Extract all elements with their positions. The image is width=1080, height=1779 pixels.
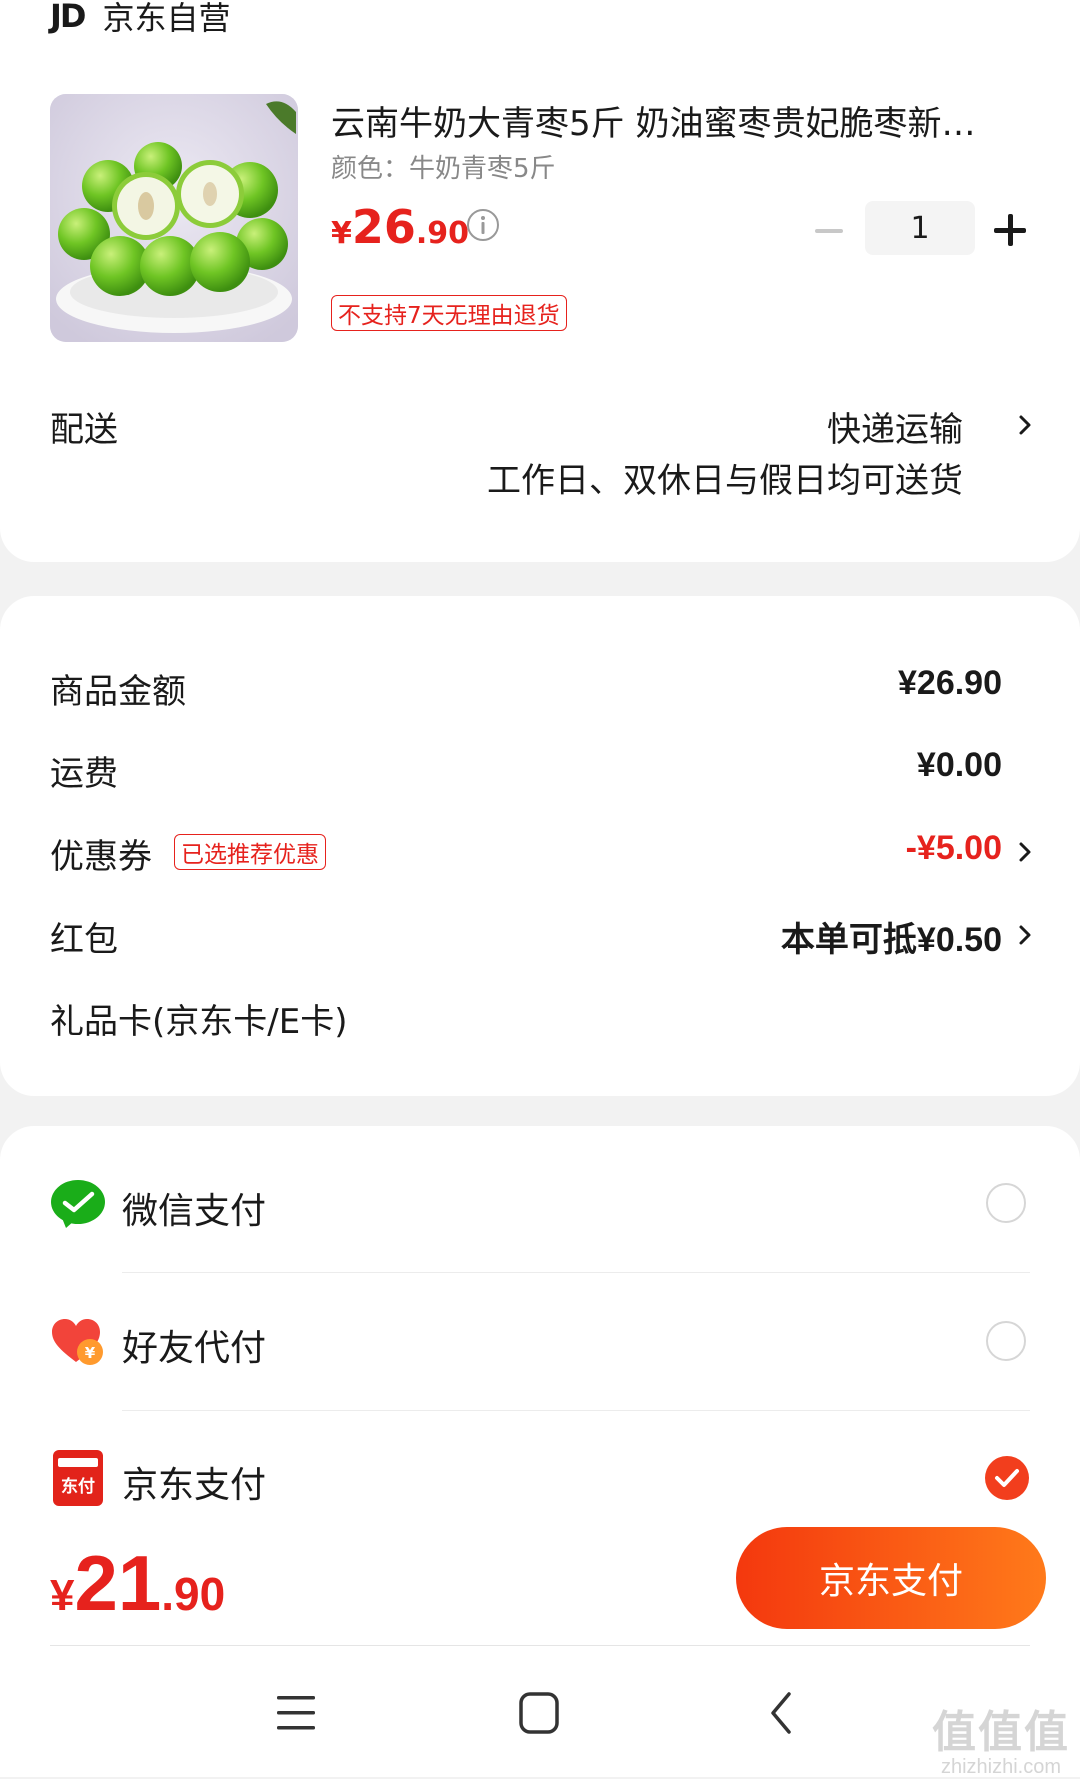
shipping-fee-value: ¥0.00 (916, 746, 1002, 784)
product-title[interactable]: 云南牛奶大青枣5斤 奶油蜜枣贵妃脆枣新… (331, 96, 1021, 145)
payment-option-label: 好友代付 (122, 1328, 267, 1369)
price-decimal: .90 (415, 216, 470, 251)
shop-name: 京东自营 (102, 0, 231, 37)
svg-text:¥: ¥ (85, 1344, 96, 1362)
payment-option-label: 微信支付 (122, 1191, 267, 1232)
friend-pay-radio[interactable] (986, 1321, 1026, 1361)
red-packet-value[interactable]: 本单可抵¥0.50 (781, 912, 1002, 961)
delivery-note: 工作日、双休日与假日均可送货 (487, 461, 963, 501)
delivery-chevron-right-icon[interactable] (1018, 414, 1032, 436)
payment-option-label: 京东支付 (122, 1465, 267, 1506)
watermark: 值值值 zhizhizhi.com (932, 1696, 1070, 1779)
jd-pay-submit-button[interactable]: 京东支付 (736, 1527, 1046, 1629)
price-integer: 26 (351, 200, 416, 254)
payment-divider (122, 1410, 1030, 1411)
product-spec: 颜色：牛奶青枣5斤 (331, 154, 556, 184)
delivery-method[interactable]: 快递运输 (827, 402, 963, 451)
goods-amount-label: 商品金额 (50, 672, 186, 712)
back-chevron-icon[interactable] (753, 1690, 813, 1736)
delivery-label: 配送 (50, 410, 118, 450)
jd-logo: JD (50, 0, 86, 35)
coupon-value[interactable]: -¥5.00 (906, 829, 1002, 868)
friend-pay-heart-icon: ¥ (52, 1319, 103, 1365)
order-total: ¥ 21 .90 (50, 1538, 225, 1629)
jd-pay-icon: 东付 (53, 1450, 103, 1506)
product-image[interactable] (50, 94, 298, 342)
no-return-tag: 不支持7天无理由退货 (331, 295, 567, 331)
shipping-fee-label: 运费 (50, 754, 118, 794)
red-packet-label: 红包 (50, 920, 118, 960)
watermark-main: 值值值 (932, 1707, 1070, 1758)
jd-pay-icon-text: 东付 (61, 1477, 95, 1497)
quantity-value[interactable]: 1 (865, 201, 975, 255)
total-decimal: .90 (161, 1568, 226, 1620)
product-price: ¥ 26 .90 (331, 200, 469, 254)
coupon-selected-tag: 已选推荐优惠 (174, 834, 326, 870)
total-currency: ¥ (50, 1571, 75, 1620)
quantity-increase-button[interactable] (992, 212, 1028, 248)
goods-amount-value: ¥26.90 (898, 664, 1002, 702)
jd-pay-radio-checked-icon[interactable] (985, 1456, 1029, 1500)
wechat-pay-icon (51, 1180, 105, 1228)
recent-apps-menu-icon[interactable] (266, 1690, 326, 1736)
price-currency: ¥ (331, 216, 352, 251)
coupon-chevron-right-icon[interactable] (1018, 841, 1032, 863)
home-square-icon[interactable] (509, 1690, 569, 1736)
gift-card-row[interactable]: 礼品卡(京东卡/E卡) (50, 994, 347, 1043)
red-packet-chevron-right-icon[interactable] (1018, 924, 1032, 946)
shop-header[interactable]: JD 京东自营 (50, 0, 230, 38)
payment-divider (122, 1272, 1030, 1273)
quantity-decrease-button[interactable] (812, 214, 846, 248)
watermark-sub: zhizhizhi.com (940, 1756, 1062, 1778)
wechat-pay-radio[interactable] (986, 1183, 1026, 1223)
info-icon[interactable] (466, 208, 500, 242)
total-integer: 21 (74, 1539, 162, 1627)
coupon-label: 优惠券 (50, 837, 152, 877)
